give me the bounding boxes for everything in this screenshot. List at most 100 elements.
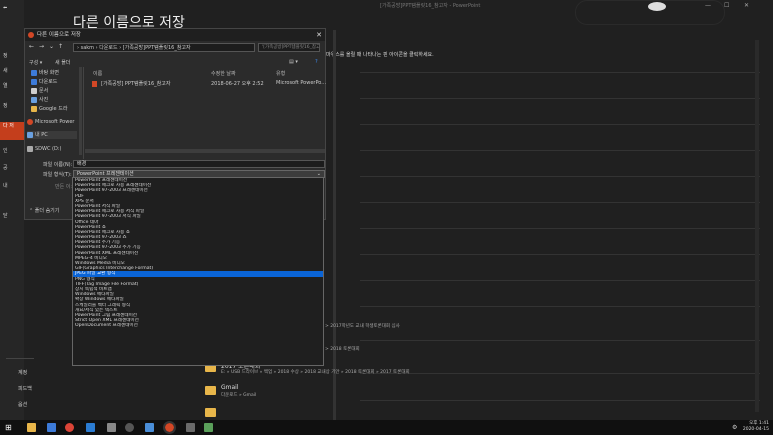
column-header-name[interactable]: 이름: [93, 70, 102, 77]
folder-path: 다운로드 » Gmail: [221, 393, 257, 398]
view-options-icon[interactable]: ▤ ▾: [289, 59, 298, 65]
row-divider: [360, 98, 760, 99]
hide-folders-button[interactable]: ⌃ 폴더 숨기기: [29, 207, 59, 214]
row-divider: [360, 228, 760, 229]
filename-label: 파일 이름(N):: [43, 162, 73, 168]
nav-item-share[interactable]: 공: [0, 162, 24, 174]
notification-icon[interactable]: ⚙: [732, 424, 737, 431]
nav-item-save-as[interactable]: 다 저: [0, 122, 24, 140]
row-divider: [360, 306, 760, 307]
nav-label: 내 PC: [35, 132, 48, 138]
app-icon[interactable]: [145, 423, 154, 432]
filetype-option[interactable]: OpenDocument 프레젠테이션: [73, 323, 323, 328]
nav-google-drive[interactable]: Google 드라: [31, 105, 81, 113]
navigation-pane: 바탕 화면 다운로드 문서 사진 Google 드라 Microsoft Pow…: [27, 67, 83, 159]
column-header-date[interactable]: 수정한 날짜: [211, 70, 236, 77]
nav-label: 다운로드: [39, 79, 58, 85]
pin-instruction: 마우스를 올릴 때 나타나는 핀 아이콘을 클릭하세요.: [326, 52, 434, 58]
help-icon[interactable]: ?: [315, 59, 318, 65]
folder-path: > 2018 토론대회: [325, 347, 360, 352]
folder-icon: [205, 408, 216, 417]
nav-drive-d[interactable]: SDWC (D:): [27, 145, 77, 153]
forward-icon[interactable]: →: [39, 43, 44, 50]
powerpoint-icon: [28, 32, 34, 38]
nav-item-options[interactable]: 옵션: [0, 401, 60, 408]
address-bar[interactable]: › sakm › 다운로드 › [가족공방]PPT템플릿16_참고자: [73, 43, 255, 52]
nav-desktop[interactable]: 바탕 화면: [31, 69, 81, 77]
up-icon[interactable]: ↑: [58, 43, 63, 50]
nav-label: Microsoft Power: [35, 119, 75, 125]
nav-item-close[interactable]: 닫: [0, 210, 24, 222]
nav-item-open[interactable]: 열: [0, 80, 24, 92]
nav-scrollbar[interactable]: [79, 67, 82, 155]
folder-path: > 2017학년도 교내 학생토론대회 심사: [325, 324, 400, 329]
window-title: [가족공방]PPT템플릿16_참고자 - PowerPoint: [380, 3, 481, 9]
nav-pictures[interactable]: 사진: [31, 96, 81, 104]
recent-folder[interactable]: Gmail 다운로드 » Gmail: [205, 384, 565, 402]
powerpoint-taskbar-icon[interactable]: [163, 421, 176, 434]
row-divider: [360, 150, 760, 151]
picture-icon: [31, 97, 37, 103]
app-icon[interactable]: [204, 423, 213, 432]
chevron-down-icon[interactable]: ⌄: [49, 43, 54, 50]
nav-label: Google 드라: [39, 106, 68, 112]
nav-documents[interactable]: 문서: [31, 87, 81, 95]
nav-label: SDWC (D:): [35, 146, 62, 152]
search-input[interactable]: '[가족공방]PPT템플릿16_참고...: [258, 43, 320, 52]
edge-icon[interactable]: [86, 423, 95, 432]
nav-item-feedback[interactable]: 피드백: [0, 385, 60, 392]
row-divider: [360, 254, 760, 255]
windows-start-icon[interactable]: ⊞: [5, 423, 12, 432]
decorative-pattern: [575, 0, 725, 25]
clock[interactable]: 오후 1:41 2020-04-15: [743, 421, 769, 433]
app-icon[interactable]: [107, 423, 116, 432]
drive-icon: [27, 146, 33, 152]
filename-input[interactable]: 배경: [73, 160, 325, 168]
back-arrow-icon[interactable]: ⬅: [0, 2, 24, 14]
nav-item-print[interactable]: 인: [0, 145, 24, 157]
date: 2020-04-15: [742, 427, 769, 432]
file-row[interactable]: [가족공방] PPT템플릿16_참고자 2018-06-27 오후 2:52 M…: [89, 80, 327, 88]
dialog-titlebar: 다른 이름으로 저장 ✕: [25, 29, 325, 41]
nav-label: 사진: [39, 97, 49, 103]
pptx-file-icon: [92, 81, 97, 87]
back-icon[interactable]: ←: [29, 43, 34, 50]
horizontal-scrollbar[interactable]: [85, 149, 325, 153]
taskbar: ⊞ ⚙ 오후 1:41 2020-04-15: [0, 420, 773, 435]
column-header-type[interactable]: 유형: [276, 70, 285, 77]
backstage-nav: ⬅ 정 새 열 정 다 저 인 공 내 닫: [0, 0, 24, 420]
organize-button[interactable]: 구성 ▾: [29, 59, 42, 66]
hide-folders-label: 폴더 숨기기: [34, 208, 60, 214]
pane-divider: [83, 67, 84, 159]
file-explorer-icon[interactable]: [27, 423, 36, 432]
filetype-dropdown-list[interactable]: PowerPoint 프레젠테이션 PowerPoint 매크로 사용 프레젠테이…: [72, 177, 324, 366]
file-type: Microsoft PowerPo...: [276, 80, 327, 86]
desktop-icon: [31, 70, 37, 76]
nav-item-info[interactable]: 정: [0, 50, 24, 62]
app-icon[interactable]: [186, 423, 195, 432]
nav-this-pc[interactable]: 내 PC: [27, 131, 77, 139]
row-divider: [360, 72, 760, 73]
filetype-label: 파일 형식(T):: [43, 172, 72, 178]
nav-item-account[interactable]: 계정: [0, 369, 60, 376]
maximize-icon[interactable]: ☐: [724, 2, 729, 9]
chrome-icon[interactable]: [65, 423, 74, 432]
clock-app-icon[interactable]: [125, 423, 134, 432]
scrollbar[interactable]: [755, 40, 759, 412]
nav-downloads[interactable]: 다운로드: [31, 78, 81, 86]
divider: [6, 358, 34, 359]
mail-icon[interactable]: [47, 423, 56, 432]
new-folder-button[interactable]: 새 폴더: [55, 59, 70, 66]
nav-item-new[interactable]: 새: [0, 65, 24, 77]
nav-item-export[interactable]: 내: [0, 180, 24, 192]
nav-item-save[interactable]: 정: [0, 100, 24, 112]
google-drive-icon: [31, 106, 37, 112]
close-icon[interactable]: ✕: [316, 29, 322, 41]
nav-label: 바탕 화면: [39, 70, 59, 76]
row-divider: [360, 280, 760, 281]
nav-powerpoint[interactable]: Microsoft Power: [27, 118, 77, 126]
close-window-icon[interactable]: ✕: [744, 2, 749, 9]
dialog-title: 다른 이름으로 저장: [37, 32, 81, 38]
row-divider: [360, 202, 760, 203]
file-name: [가족공방] PPT템플릿16_참고자: [101, 81, 171, 87]
